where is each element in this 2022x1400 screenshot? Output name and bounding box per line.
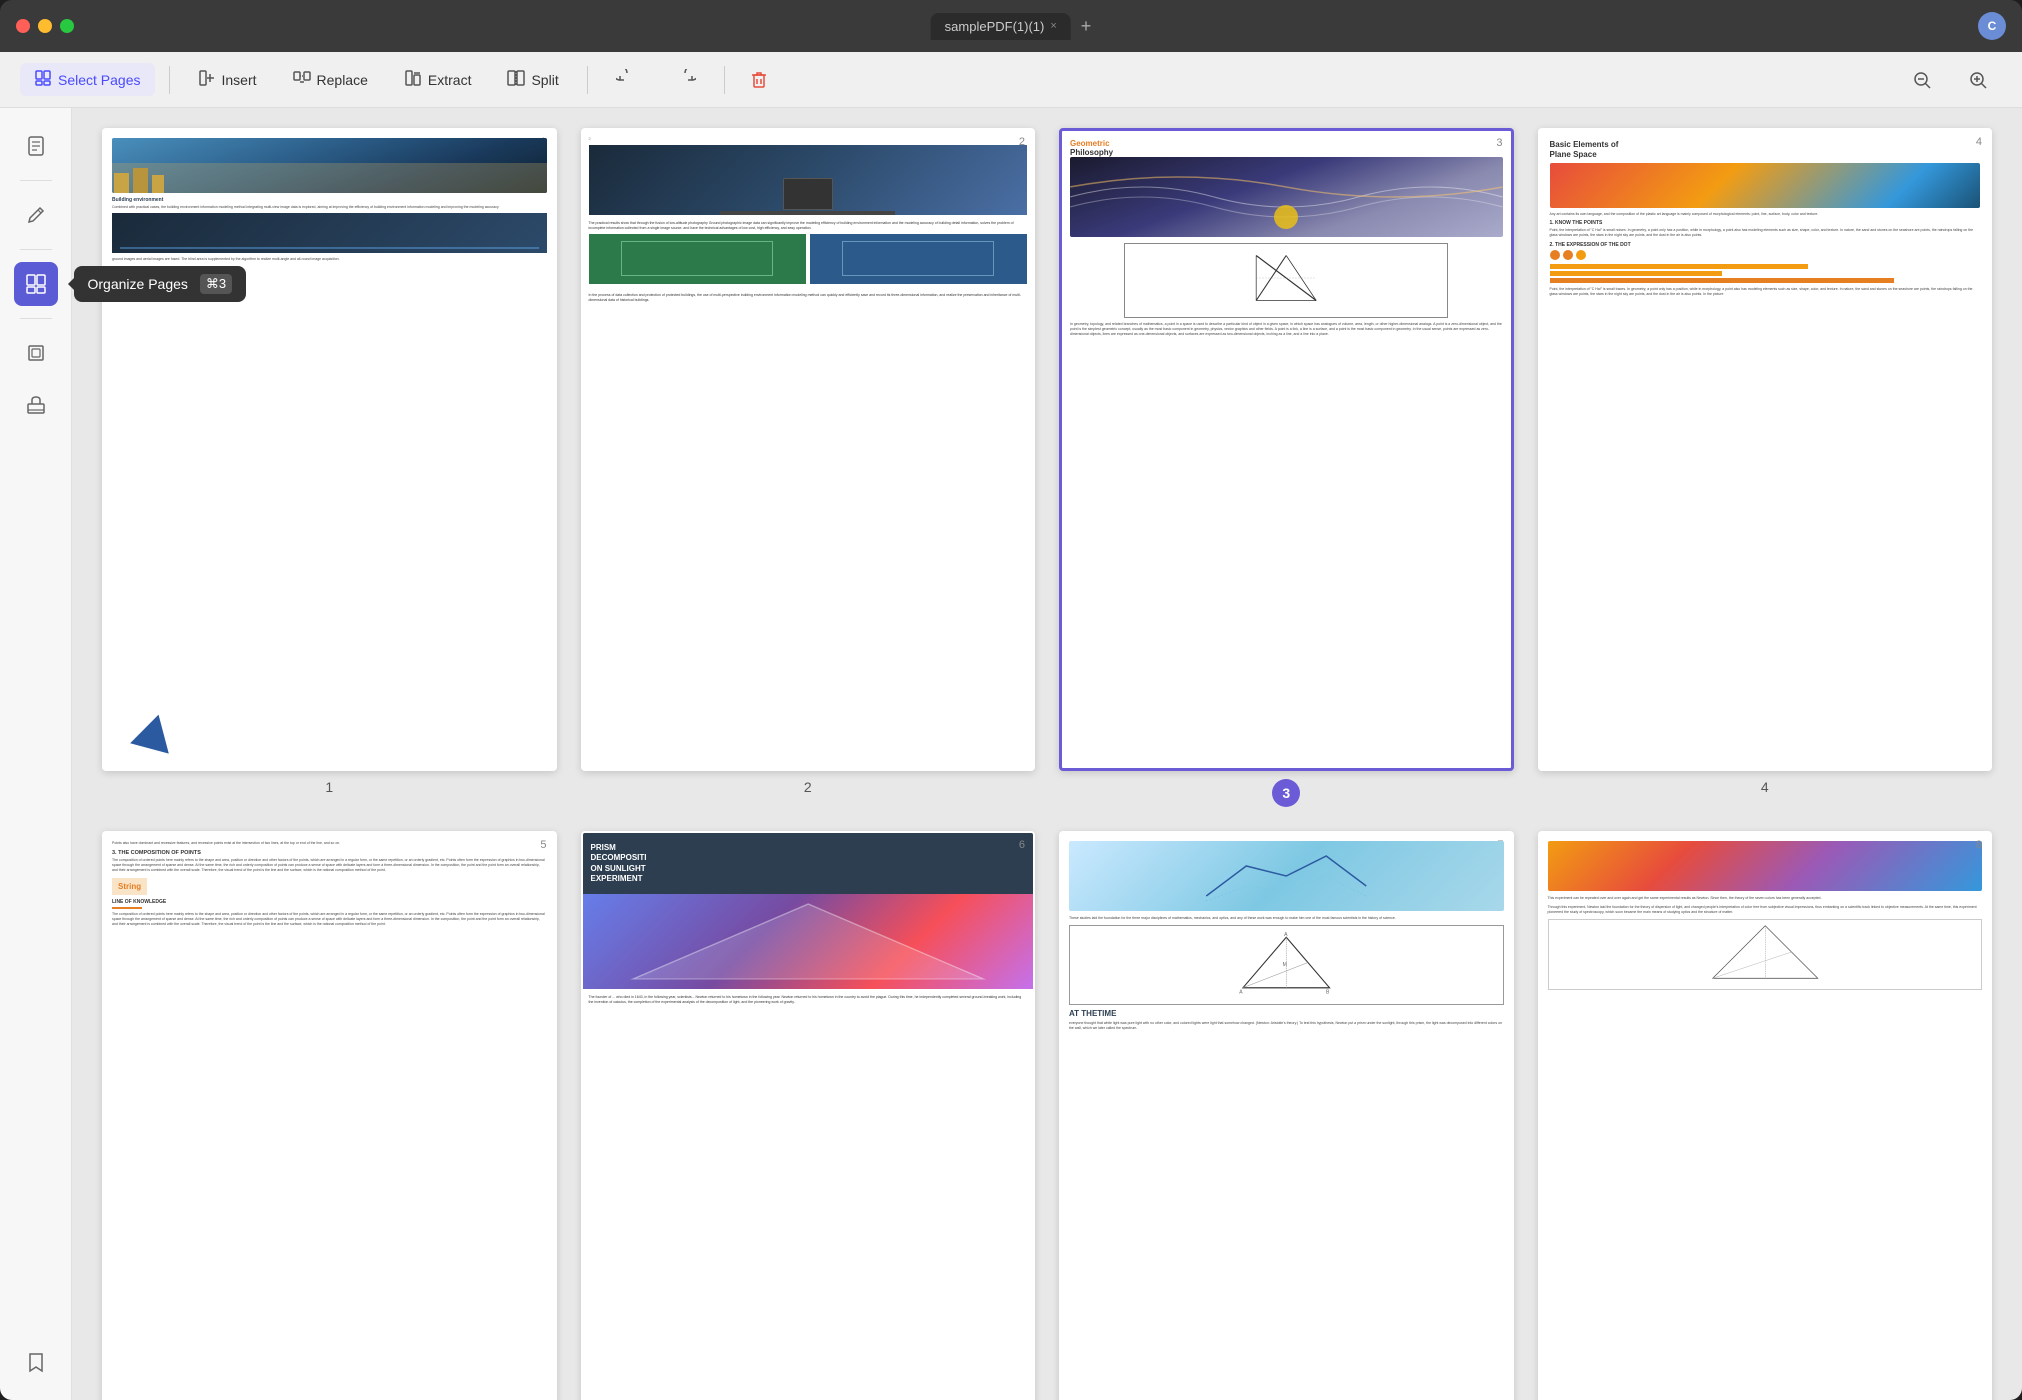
zoom-in-button[interactable] [1954,64,2002,96]
page-thumb-8[interactable]: 8 This experiment can be repeated over a… [1538,831,1993,1400]
tab-title: samplePDF(1)(1) [945,19,1045,34]
close-button[interactable] [16,19,30,33]
toolbar: Select Pages Insert [0,52,2022,108]
page-num-3-badge: 3 [1272,779,1300,807]
sidebar-item-stamp[interactable] [14,383,58,427]
insert-label: Insert [222,72,257,88]
tab-bar: samplePDF(1)(1) × + [931,13,1092,40]
split-icon [507,69,525,90]
pages-grid: 1 Building environ [102,128,1992,1400]
svg-text:M: M [1283,962,1287,968]
extract-button[interactable]: Extract [390,63,486,96]
toolbar-divider-1 [169,66,170,94]
sidebar-divider-3 [20,318,52,319]
page-thumb-4[interactable]: 4 Basic Elements ofPlane Space Any art c… [1538,128,1993,771]
delete-icon [749,70,769,90]
split-button[interactable]: Split [493,63,572,96]
traffic-lights [16,19,74,33]
page1-content: Building environment Combined with pract… [104,130,555,269]
sidebar-item-bookmark[interactable] [14,1340,58,1384]
select-pages-label: Select Pages [58,72,141,88]
new-tab-button[interactable]: + [1081,16,1092,37]
page-corner-num-4: 4 [1976,136,1982,148]
sidebar-item-organize[interactable]: Organize Pages ⌘3 [14,262,58,306]
app-window: samplePDF(1)(1) × + C Select Pages [0,0,2022,1400]
rotate-right-icon [674,69,696,91]
page-item-1: 1 Building environ [102,128,557,807]
replace-button[interactable]: Replace [279,63,382,96]
extract-icon [404,69,422,90]
main-layout: Organize Pages ⌘3 [0,108,2022,1400]
page1-top-img [112,138,547,193]
toolbar-divider-3 [724,66,725,94]
svg-text:A: A [1239,989,1243,994]
page-thumb-5[interactable]: 5 Points also have dominant and recessiv… [102,831,557,1400]
titlebar: samplePDF(1)(1) × + C [0,0,2022,52]
sidebar: Organize Pages ⌘3 [0,108,72,1400]
select-pages-button[interactable]: Select Pages [20,63,155,96]
sidebar-item-document[interactable] [14,124,58,168]
tooltip-shortcut: ⌘3 [200,274,232,294]
page-item-7: 7 These studies laid the foundation for … [1059,831,1514,1400]
page-num-4: 4 [1761,779,1769,795]
extract-label: Extract [428,72,472,88]
tooltip-label: Organize Pages [88,276,188,292]
page-item-2: 2 2 The practical results show that thro… [581,128,1036,807]
toolbar-right [1898,64,2002,96]
page-num-2: 2 [804,779,812,795]
rotate-left-icon [616,69,638,91]
organize-tooltip: Organize Pages ⌘3 [74,266,247,302]
page-item-3: 3 Geometric Philosophy [1059,128,1514,807]
page1-bottom-img [112,213,547,253]
delete-button[interactable] [739,64,779,96]
svg-text:B: B [1326,989,1330,994]
maximize-button[interactable] [60,19,74,33]
page-num-1: 1 [325,779,333,795]
select-pages-icon [34,69,52,90]
split-label: Split [531,72,558,88]
page-thumb-6[interactable]: 6 PRISMDECOMPOSITION SUNLIGHTEXPERIMENT [581,831,1036,1400]
page-thumb-1[interactable]: 1 Building environ [102,128,557,771]
active-tab[interactable]: samplePDF(1)(1) × [931,13,1071,40]
insert-icon [198,69,216,90]
page-thumb-3[interactable]: 3 Geometric Philosophy [1059,128,1514,771]
page2-img1 [589,145,1028,215]
page4-content: Basic Elements ofPlane Space Any art con… [1540,130,1991,307]
sidebar-divider-1 [20,180,52,181]
sidebar-item-pen[interactable] [14,193,58,237]
page1-arrow [130,709,178,753]
page-item-8: 8 This experiment can be repeated over a… [1538,831,1993,1400]
sidebar-item-layers[interactable] [14,331,58,375]
pages-content: 1 Building environ [72,108,2022,1400]
page-corner-num-6: 6 [1019,839,1025,851]
page2-content: 2 The practical results show that throug… [583,130,1034,309]
page-item-4: 4 Basic Elements ofPlane Space Any art c… [1538,128,1993,807]
replace-icon [293,69,311,90]
replace-label: Replace [317,72,368,88]
page3-content: Geometric Philosophy [1062,131,1511,345]
tab-close-icon[interactable]: × [1050,20,1056,32]
svg-text:A: A [1284,932,1288,938]
zoom-out-button[interactable] [1898,64,1946,96]
rotate-left-button[interactable] [602,63,652,97]
minimize-button[interactable] [38,19,52,33]
page-thumb-2[interactable]: 2 2 The practical results show that thro… [581,128,1036,771]
page-thumb-7[interactable]: 7 These studies laid the foundation for … [1059,831,1514,1400]
page-item-6: 6 PRISMDECOMPOSITION SUNLIGHTEXPERIMENT [581,831,1036,1400]
page-item-5: 5 Points also have dominant and recessiv… [102,831,557,1400]
page-corner-num-3: 3 [1496,137,1502,149]
toolbar-divider-2 [587,66,588,94]
avatar: C [1978,12,2006,40]
page-corner-num-8: 8 [1976,839,1982,851]
sidebar-divider-2 [20,249,52,250]
page-corner-num-5: 5 [540,839,546,851]
rotate-right-button[interactable] [660,63,710,97]
insert-button[interactable]: Insert [184,63,271,96]
